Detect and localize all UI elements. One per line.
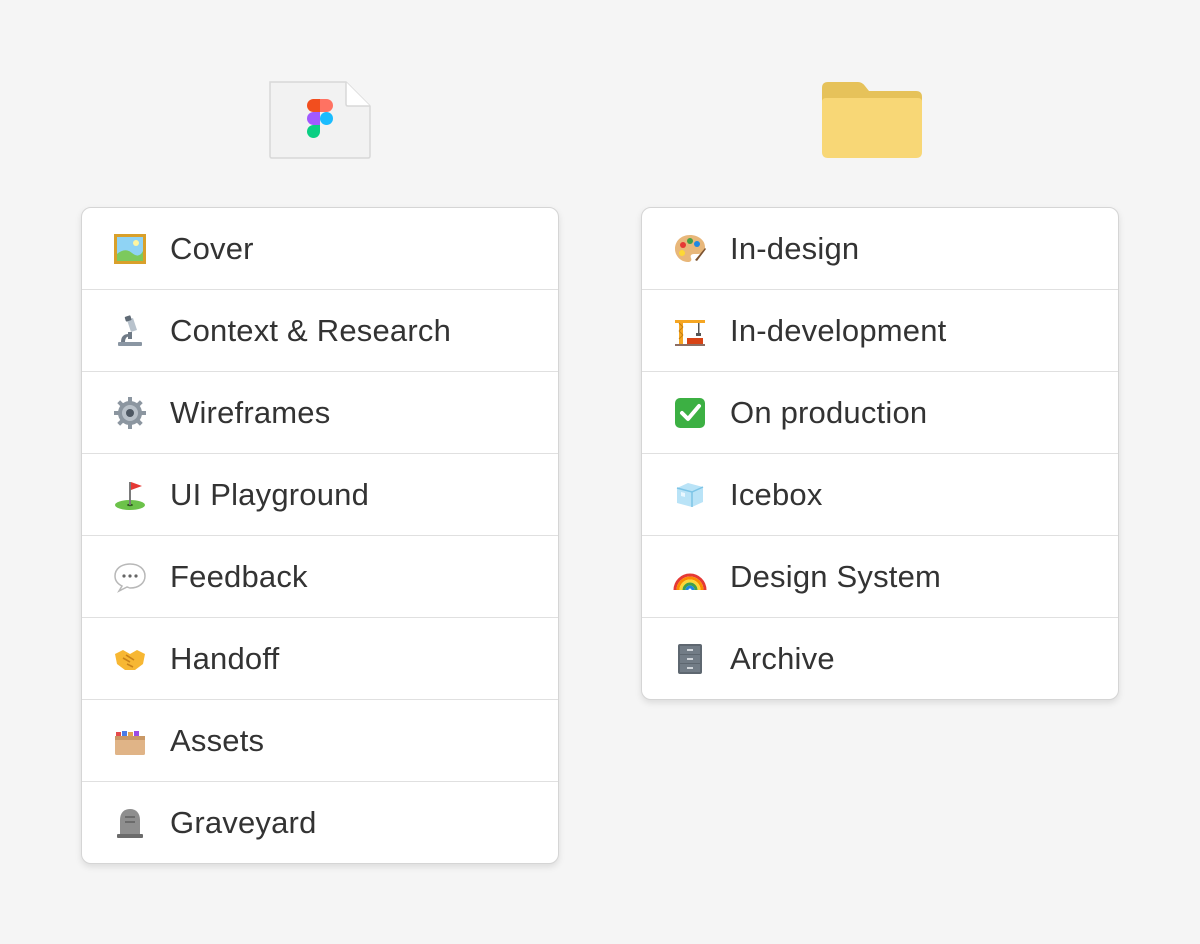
- folder-icon: [820, 80, 924, 160]
- list-item-label: In-design: [730, 230, 860, 266]
- list-item-ui-playground[interactable]: UI Playground: [82, 453, 558, 535]
- list-item-wireframes[interactable]: Wireframes: [82, 371, 558, 453]
- framed-picture-icon: [112, 231, 148, 267]
- list-item-label: Icebox: [730, 476, 823, 512]
- list-item-label: Assets: [170, 722, 265, 758]
- list-item-in-development[interactable]: In-development: [642, 289, 1118, 371]
- artist-palette-icon: [672, 231, 708, 267]
- list-item-context-research[interactable]: Context & Research: [82, 289, 558, 371]
- list-item-assets[interactable]: Assets: [82, 699, 558, 781]
- list-item-label: Archive: [730, 640, 835, 676]
- handshake-icon: [112, 641, 148, 677]
- folder-list: In-design In-development On production I…: [641, 207, 1119, 700]
- list-item-label: Wireframes: [170, 394, 331, 430]
- figma-file-icon: [268, 80, 372, 160]
- list-item-label: Graveyard: [170, 804, 317, 840]
- speech-balloon-icon: [112, 559, 148, 595]
- list-item-archive[interactable]: Archive: [642, 617, 1118, 699]
- golf-flag-icon: [112, 477, 148, 513]
- list-item-label: Handoff: [170, 640, 280, 676]
- list-item-label: Design System: [730, 558, 942, 594]
- list-item-on-production[interactable]: On production: [642, 371, 1118, 453]
- list-item-in-design[interactable]: In-design: [642, 208, 1118, 289]
- list-item-label: Cover: [170, 230, 254, 266]
- ice-cube-icon: [672, 477, 708, 513]
- list-item-label: UI Playground: [170, 476, 370, 512]
- list-item-graveyard[interactable]: Graveyard: [82, 781, 558, 863]
- headstone-icon: [112, 805, 148, 841]
- microscope-icon: [112, 313, 148, 349]
- list-item-label: Feedback: [170, 558, 308, 594]
- list-item-label: On production: [730, 394, 928, 430]
- gear-icon: [112, 395, 148, 431]
- list-item-label: In-development: [730, 312, 947, 348]
- file-cabinet-icon: [672, 641, 708, 677]
- check-mark-button-icon: [672, 395, 708, 431]
- card-file-box-icon: [112, 723, 148, 759]
- list-item-handoff[interactable]: Handoff: [82, 617, 558, 699]
- rainbow-icon: [672, 559, 708, 595]
- list-item-design-system[interactable]: Design System: [642, 535, 1118, 617]
- list-item-feedback[interactable]: Feedback: [82, 535, 558, 617]
- list-item-icebox[interactable]: Icebox: [642, 453, 1118, 535]
- file-pages-list: Cover Context & Research Wireframes UI P…: [81, 207, 559, 864]
- construction-crane-icon: [672, 313, 708, 349]
- list-item-cover[interactable]: Cover: [82, 208, 558, 289]
- list-item-label: Context & Research: [170, 312, 452, 348]
